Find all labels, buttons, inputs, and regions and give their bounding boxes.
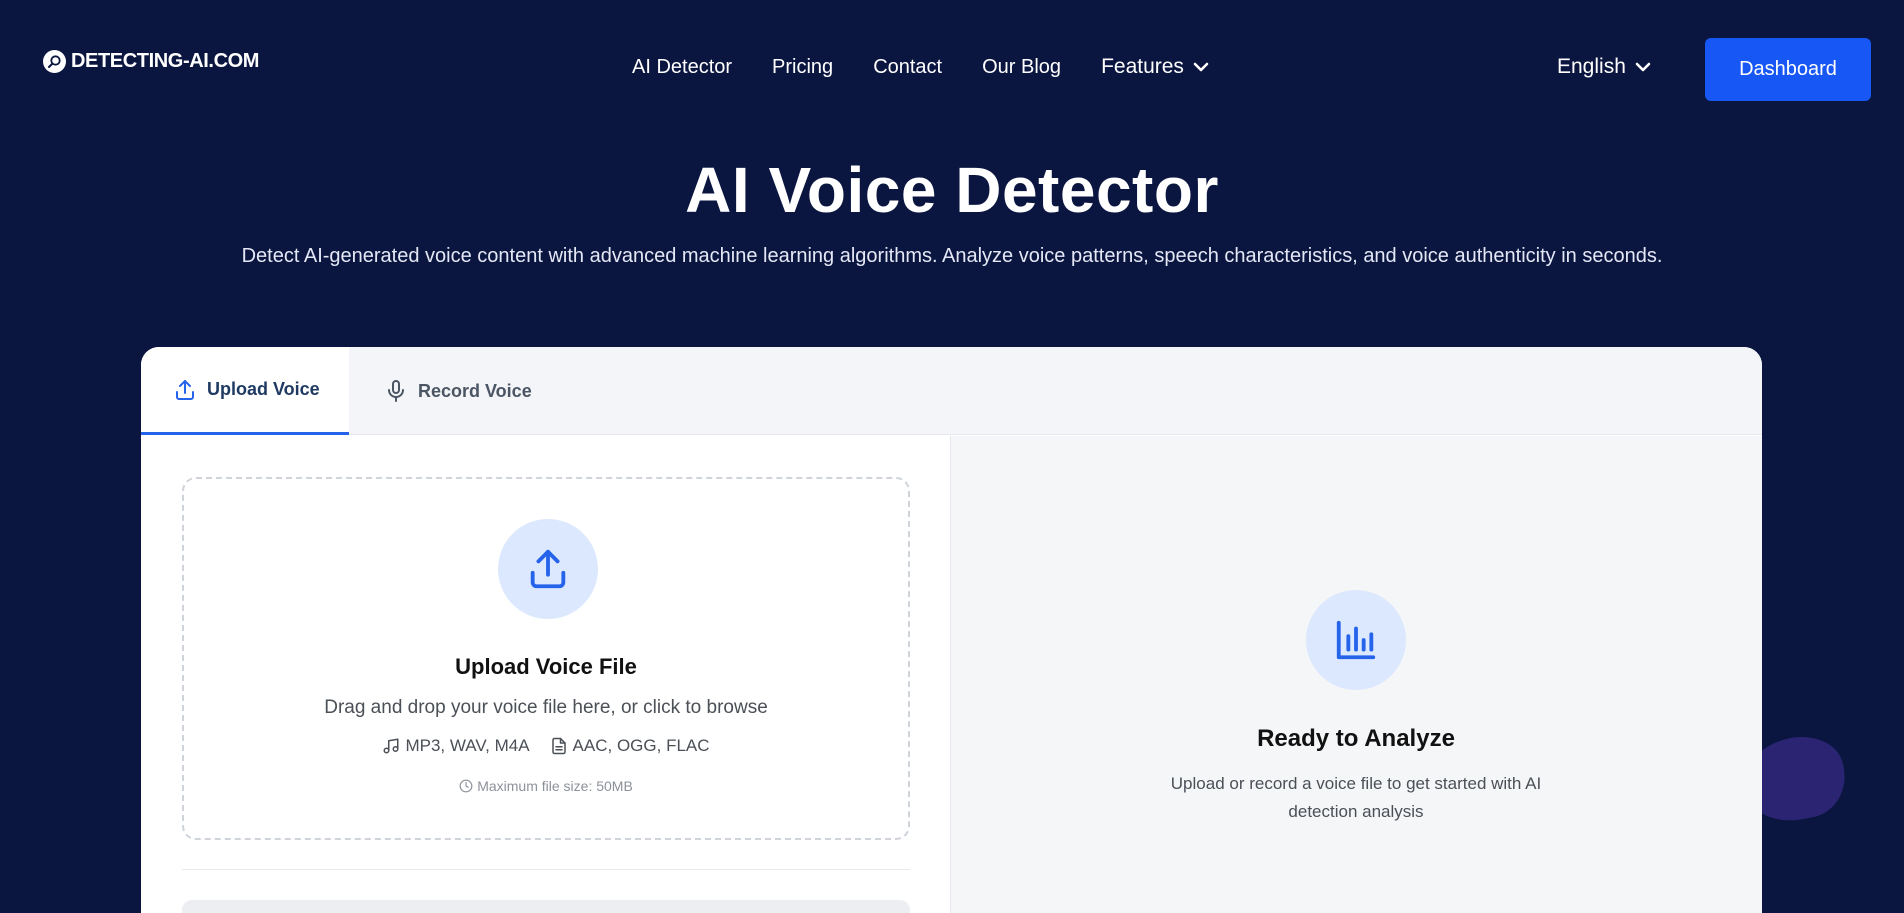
nav-our-blog[interactable]: Our Blog [982, 56, 1061, 79]
language-selector[interactable]: English [1557, 55, 1651, 79]
main-nav: AI Detector Pricing Contact Our Blog Fea… [632, 55, 1209, 79]
section-divider [182, 869, 910, 870]
nav-pricing[interactable]: Pricing [772, 56, 833, 79]
page-title: AI Voice Detector [685, 154, 1219, 226]
format-other: AAC, OGG, FLAC [550, 736, 710, 756]
magnifier-logo-icon [43, 50, 66, 73]
analysis-panel: Ready to Analyze Upload or record a voic… [950, 436, 1762, 913]
max-file-size: Maximum file size: 50MB [184, 778, 908, 794]
max-file-size-label: Maximum file size: 50MB [477, 778, 633, 794]
nav-ai-detector[interactable]: AI Detector [632, 56, 732, 79]
chevron-down-icon [1635, 62, 1651, 72]
upload-panel: Upload Voice File Drag and drop your voi… [141, 436, 950, 913]
nav-features-dropdown[interactable]: Features [1101, 55, 1209, 79]
tab-upload-label: Upload Voice [207, 379, 320, 399]
site-logo[interactable]: DETECTING-AI.COM [43, 50, 259, 73]
detector-card: Upload Voice Record Voice Upload Voice F… [141, 347, 1762, 913]
analysis-title: Ready to Analyze [1257, 725, 1455, 752]
bottom-panel [182, 900, 910, 913]
analysis-description: Upload or record a voice file to get sta… [1170, 774, 1542, 821]
chevron-down-icon [1193, 62, 1209, 72]
music-note-icon [383, 738, 399, 754]
tab-upload-voice[interactable]: Upload Voice [141, 347, 349, 435]
top-header: DETECTING-AI.COM AI Detector Pricing Con… [0, 0, 1904, 137]
logo-text: DETECTING-AI.COM [71, 50, 260, 72]
tab-record-label: Record Voice [418, 380, 532, 401]
microphone-icon [384, 379, 408, 403]
upload-icon [173, 378, 197, 402]
language-label: English [1557, 55, 1626, 78]
supported-formats: MP3, WAV, M4A AAC, OGG, FLAC [184, 736, 908, 756]
dashboard-button[interactable]: Dashboard [1705, 38, 1871, 101]
upload-icon [498, 519, 598, 619]
page-subtitle: Detect AI-generated voice content with a… [241, 245, 1663, 267]
file-icon [551, 737, 566, 755]
tab-record-voice[interactable]: Record Voice [349, 347, 532, 435]
format-audio-label: MP3, WAV, M4A [405, 736, 530, 755]
format-audio: MP3, WAV, M4A [382, 736, 530, 756]
bar-chart-icon [1306, 590, 1406, 690]
features-label: Features [1101, 55, 1184, 78]
format-other-label: AAC, OGG, FLAC [572, 736, 710, 755]
nav-contact[interactable]: Contact [873, 56, 942, 79]
file-dropzone[interactable]: Upload Voice File Drag and drop your voi… [182, 477, 910, 840]
upload-description: Drag and drop your voice file here, or c… [324, 697, 768, 718]
tab-bar: Upload Voice Record Voice [141, 347, 1762, 435]
upload-title: Upload Voice File [455, 654, 637, 679]
clock-icon [459, 779, 473, 793]
